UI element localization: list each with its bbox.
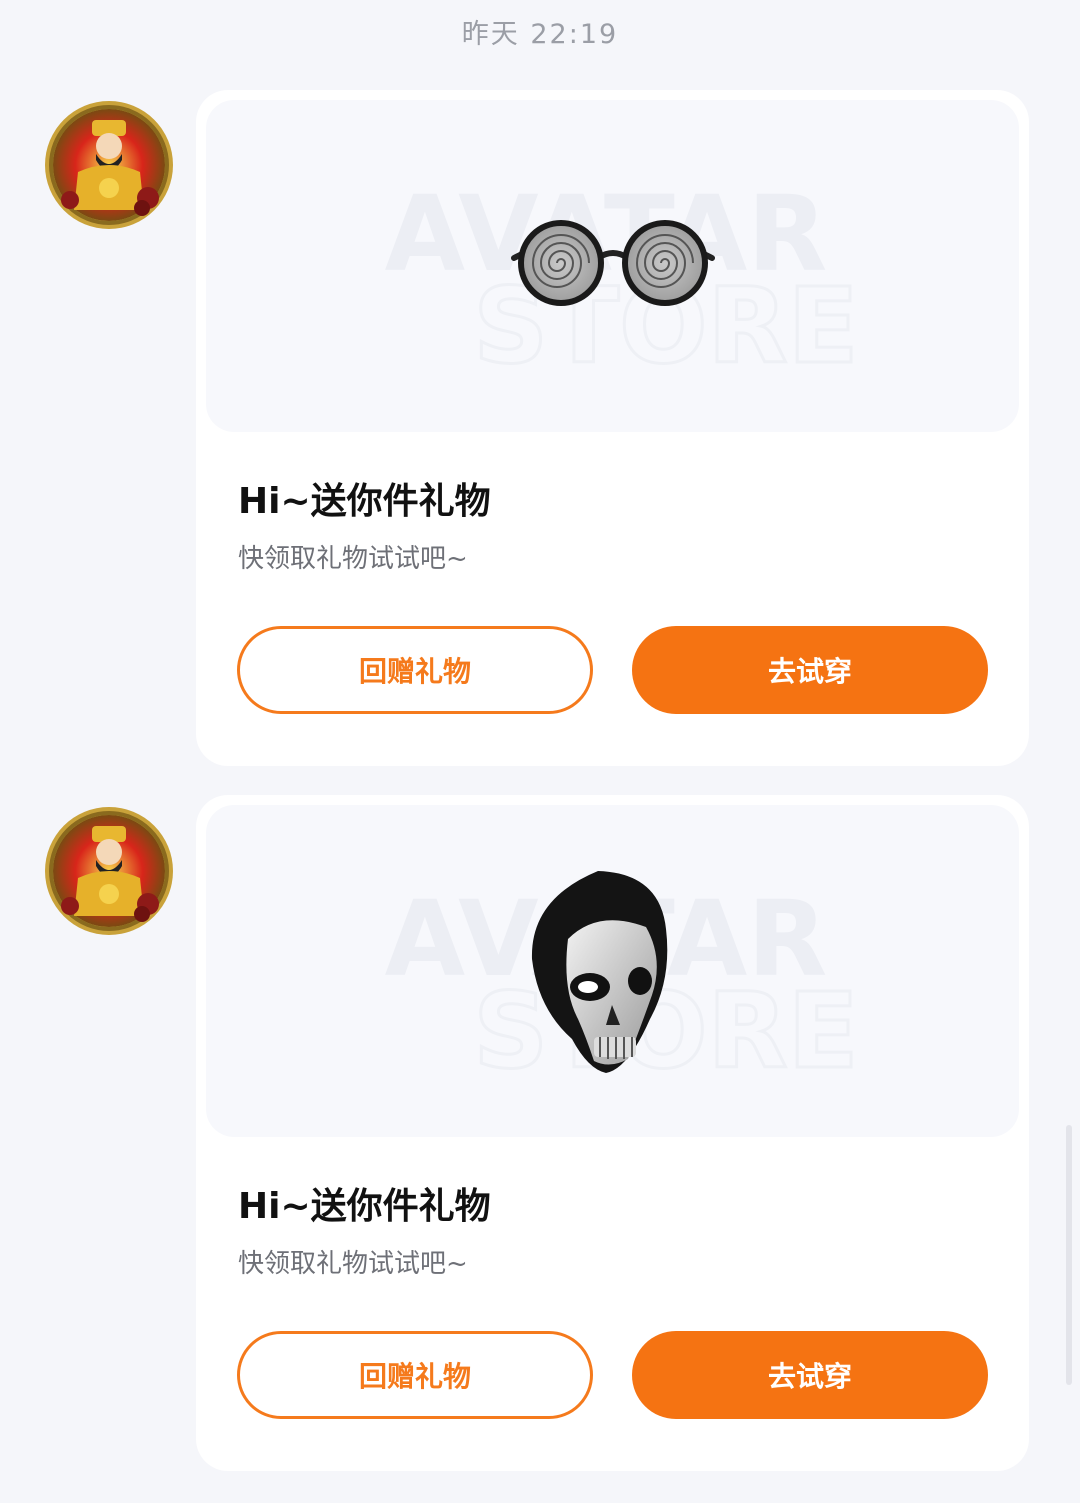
gift-title: Hi~送你件礼物 (238, 1186, 491, 1227)
sender-avatar[interactable] (44, 806, 174, 936)
message-timestamp: 昨天 22:19 (461, 19, 619, 50)
avatar-caishen-icon (45, 807, 173, 935)
gift-preview[interactable]: AVATAR STORE (206, 805, 1019, 1137)
gift-title: Hi~送你件礼物 (238, 481, 491, 522)
avatar-caishen-icon (45, 101, 173, 229)
gift-message-card[interactable]: AVATAR STORE Hi~送你件礼物 快领取礼物试试吧~ 回赠礼物 去试穿 (196, 90, 1029, 766)
return-gift-button[interactable]: 回赠礼物 (237, 626, 593, 714)
return-gift-button[interactable]: 回赠礼物 (237, 1331, 593, 1419)
hypno-glasses-icon (511, 220, 715, 306)
gift-subtitle: 快领取礼物试试吧~ (238, 1249, 468, 1279)
sender-avatar[interactable] (44, 100, 174, 230)
gift-preview[interactable]: AVATAR STORE (206, 100, 1019, 432)
gift-subtitle: 快领取礼物试试吧~ (238, 544, 468, 574)
try-on-button[interactable]: 去试穿 (632, 626, 988, 714)
skull-mask-icon (531, 871, 668, 1073)
try-on-button[interactable]: 去试穿 (632, 1331, 988, 1419)
gift-message-card[interactable]: AVATAR STORE Hi~送你件礼物 快领取礼物试试吧~ 回赠礼物 去试穿 (196, 795, 1029, 1471)
scrollbar[interactable] (1066, 1125, 1072, 1385)
